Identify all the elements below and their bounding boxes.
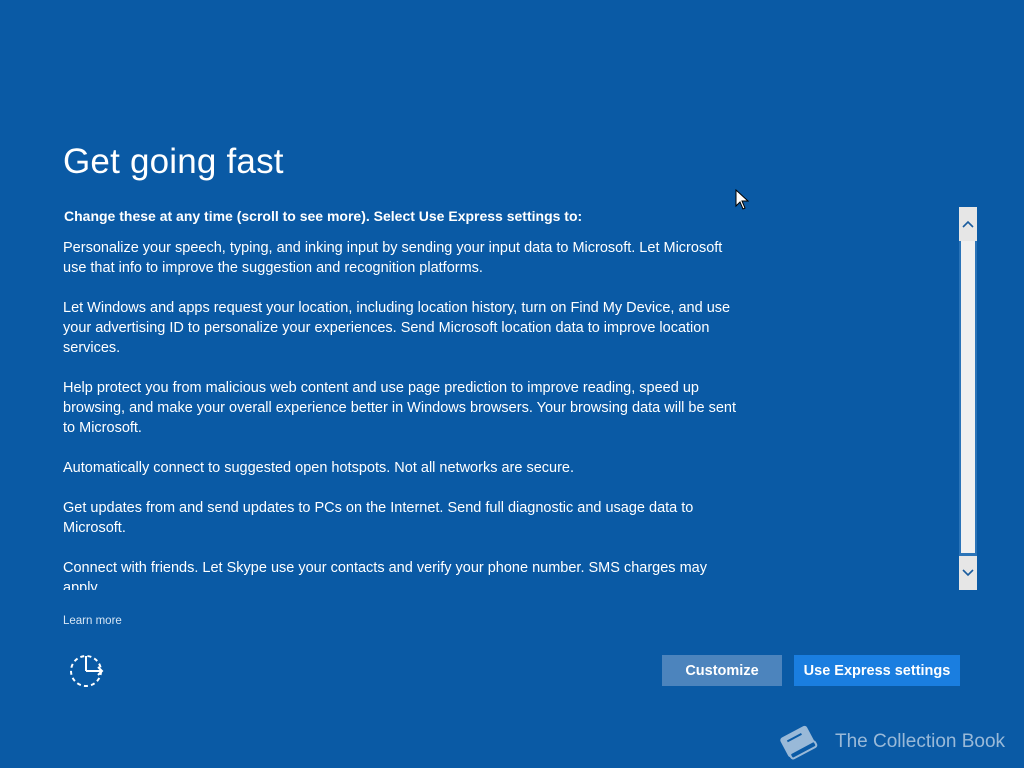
scroll-down-button[interactable]	[959, 556, 977, 590]
page-title: Get going fast	[63, 142, 284, 181]
scroll-up-button[interactable]	[959, 207, 977, 241]
settings-paragraph-skype: Connect with friends. Let Skype use your…	[63, 560, 707, 590]
settings-scroll-area[interactable]: Personalize your speech, typing, and ink…	[63, 238, 743, 590]
use-express-settings-button[interactable]: Use Express settings	[794, 655, 960, 686]
watermark: The Collection Book	[773, 718, 1005, 766]
vertical-scrollbar[interactable]	[959, 207, 977, 590]
page-subtitle: Change these at any time (scroll to see …	[64, 208, 583, 224]
settings-paragraph-speech: Personalize your speech, typing, and ink…	[63, 240, 723, 276]
ease-of-access-icon	[70, 655, 104, 687]
book-icon	[780, 725, 818, 760]
scrollbar-thumb[interactable]	[961, 241, 975, 553]
settings-paragraph-browsing: Help protect you from malicious web cont…	[63, 380, 736, 436]
customize-button[interactable]: Customize	[662, 655, 782, 686]
settings-paragraph-updates: Get updates from and send updates to PCs…	[63, 500, 694, 536]
mouse-cursor-icon	[735, 189, 749, 210]
settings-paragraph-location: Let Windows and apps request your locati…	[63, 300, 731, 356]
watermark-text: The Collection Book	[835, 731, 1006, 752]
chevron-up-icon	[962, 220, 974, 228]
settings-paragraph-hotspots: Automatically connect to suggested open …	[63, 460, 575, 476]
ease-of-access-button[interactable]	[69, 653, 105, 689]
learn-more-link[interactable]: Learn more	[63, 615, 122, 627]
chevron-down-icon	[962, 569, 974, 577]
